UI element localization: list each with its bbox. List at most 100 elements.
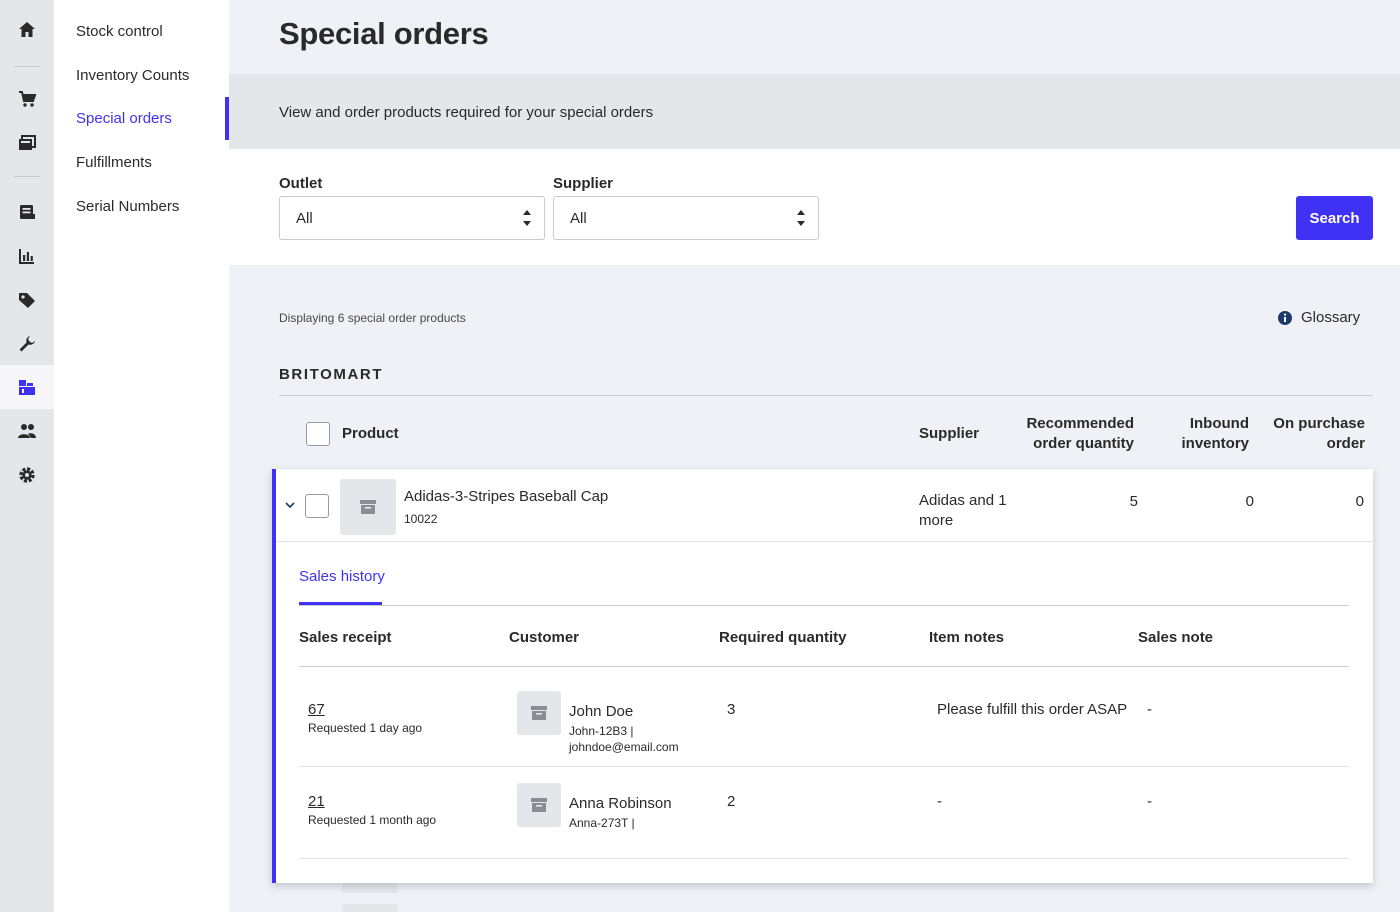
item-note: Please fulfill this order ASAP [937, 701, 1128, 718]
sales-note: - [1147, 701, 1152, 718]
divider [299, 666, 1349, 667]
outlet-heading: BRITOMART [279, 366, 384, 383]
column-inbound-line2: inventory [1181, 435, 1249, 452]
chevron-down-icon[interactable] [284, 499, 296, 511]
item-note: - [937, 793, 942, 810]
required-quantity: 2 [727, 793, 736, 810]
page-title: Special orders [279, 16, 489, 51]
rail-inventory[interactable] [0, 365, 54, 409]
tag-icon [19, 293, 35, 308]
column-inbound[interactable]: Inbound inventory [1149, 414, 1249, 454]
search-button[interactable]: Search [1296, 196, 1373, 240]
page-description: View and order products required for you… [279, 104, 654, 121]
rail-divider [14, 66, 40, 67]
column-on-purchase-line2: order [1326, 435, 1365, 452]
cart-icon [19, 91, 37, 107]
rail-home[interactable] [0, 8, 54, 52]
rail-reports[interactable] [0, 234, 54, 278]
recommended-quantity: 5 [1129, 493, 1138, 510]
customer-avatar [517, 691, 561, 735]
glossary-label: Glossary [1301, 309, 1361, 326]
home-icon [19, 22, 35, 37]
column-inbound-line1: Inbound [1189, 415, 1249, 432]
rail-settings[interactable] [0, 453, 54, 497]
select-arrows-icon [797, 210, 805, 226]
customer-name[interactable]: Anna Robinson [569, 795, 672, 812]
outlet-select-value: All [296, 210, 313, 227]
divider [299, 605, 1349, 606]
placeholder-icon [531, 706, 547, 720]
product-thumbnail-placeholder [342, 883, 398, 893]
column-recommended[interactable]: Recommended order quantity [1009, 414, 1134, 454]
filter-bar: Outlet All Supplier All Search [229, 149, 1400, 265]
rail-divider [14, 176, 40, 177]
divider [276, 541, 1373, 542]
requested-time: Requested 1 day ago [308, 721, 423, 735]
info-icon [1278, 310, 1292, 325]
inventory-icon [19, 380, 35, 395]
column-on-purchase[interactable]: On purchase order [1265, 414, 1365, 454]
results-count: Displaying 6 special order products [279, 311, 466, 325]
table-row: 67 Requested 1 day ago John Doe John-12B… [276, 675, 1373, 767]
sales-receipt-link[interactable]: 67 [308, 701, 325, 718]
customers-icon [18, 424, 36, 438]
settings-icon [19, 467, 35, 483]
icon-rail [0, 0, 54, 912]
rail-setup[interactable] [0, 322, 54, 366]
register-icon [20, 205, 35, 219]
supplier-select-value: All [570, 210, 587, 227]
column-sales-note: Sales note [1138, 629, 1214, 646]
requested-time: Requested 1 month ago [308, 813, 437, 827]
column-supplier[interactable]: Supplier [919, 424, 979, 444]
subnav-fulfillments[interactable]: Fulfillments [76, 154, 152, 171]
product-name[interactable]: Adidas-3-Stripes Baseball Cap [404, 488, 608, 505]
column-recommended-line2: order quantity [1033, 435, 1134, 452]
column-product[interactable]: Product [342, 424, 399, 444]
product-thumbnail-placeholder [342, 904, 398, 912]
rail-catalog[interactable] [0, 121, 54, 165]
column-item-notes: Item notes [929, 629, 1005, 646]
select-arrows-icon [523, 210, 531, 226]
select-all-checkbox[interactable] [306, 422, 330, 446]
column-sales-receipt: Sales receipt [299, 629, 392, 646]
subnav-inventory-counts[interactable]: Inventory Counts [76, 67, 189, 84]
product-supplier: Adidas and 1 more [919, 492, 1007, 529]
supplier-select[interactable]: All [553, 196, 819, 240]
rail-register[interactable] [0, 190, 54, 234]
reports-icon [19, 249, 34, 264]
customer-name[interactable]: John Doe [569, 703, 633, 720]
table-row: 21 Requested 1 month ago Anna Robinson A… [276, 767, 1373, 859]
on-purchase-order: 0 [1355, 493, 1364, 510]
column-on-purchase-line1: On purchase [1273, 415, 1365, 432]
column-required-quantity: Required quantity [719, 629, 847, 646]
placeholder-icon [531, 798, 547, 812]
outlet-label: Outlet [279, 175, 323, 192]
customer-info: John-12B3 | johndoe@email.com [569, 724, 679, 754]
sales-note: - [1147, 793, 1152, 810]
divider [279, 395, 1373, 396]
supplier-label: Supplier [553, 175, 614, 192]
column-recommended-line1: Recommended [1026, 415, 1134, 432]
product-placeholder-icon [360, 500, 376, 514]
rail-customers[interactable] [0, 409, 54, 453]
subnav-stock-control[interactable]: Stock control [76, 23, 163, 40]
inventory-subnav: Stock control Inventory Counts Special o… [54, 0, 229, 912]
rail-sell[interactable] [0, 77, 54, 121]
divider [299, 858, 1349, 859]
product-sku: 10022 [404, 512, 438, 526]
glossary-link[interactable]: Glossary [1277, 309, 1360, 326]
subnav-special-orders[interactable]: Special orders [76, 110, 172, 127]
outlet-select[interactable]: All [279, 196, 545, 240]
customer-avatar [517, 783, 561, 827]
product-row-expanded: Adidas-3-Stripes Baseball Cap 10022 Adid… [272, 469, 1373, 883]
product-thumbnail [340, 479, 396, 535]
main-content: Special orders View and order products r… [229, 0, 1400, 912]
catalog-icon [19, 135, 36, 150]
rail-promotions[interactable] [0, 278, 54, 322]
row-checkbox[interactable] [305, 494, 329, 518]
page-description-banner: View and order products required for you… [229, 74, 1400, 149]
sales-receipt-link[interactable]: 21 [308, 793, 325, 810]
wrench-icon [19, 336, 35, 352]
subnav-serial-numbers[interactable]: Serial Numbers [76, 198, 179, 215]
tab-sales-history[interactable]: Sales history [299, 568, 385, 585]
